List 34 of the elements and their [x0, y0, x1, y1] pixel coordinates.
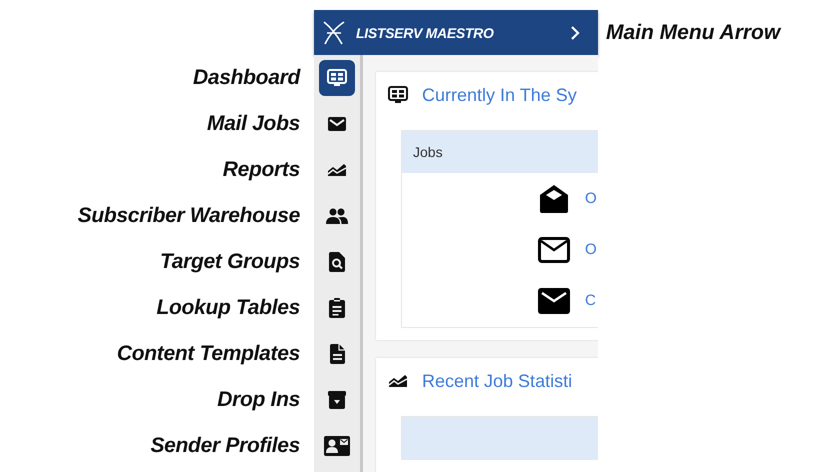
chart-icon — [327, 163, 347, 177]
search-document-icon — [329, 252, 345, 272]
sidebar-item[interactable] — [319, 60, 355, 96]
envelope-icon — [327, 116, 347, 132]
table-header: Jobs — [402, 131, 598, 173]
envelope-icon — [538, 288, 570, 314]
annotation-label: Dashboard — [193, 65, 300, 91]
people-icon — [326, 208, 348, 224]
job-link[interactable]: O — [585, 190, 597, 207]
open-envelope-icon — [539, 184, 569, 214]
archive-box-icon — [328, 391, 346, 409]
document-icon — [330, 344, 344, 364]
chevron-right-icon — [570, 24, 580, 40]
card-title[interactable]: Recent Job Statisti — [422, 370, 572, 392]
annotation-label: Drop Ins — [217, 387, 300, 413]
chart-icon — [388, 374, 408, 388]
card-title[interactable]: Currently In The Sy — [422, 84, 577, 106]
annotation-label: Reports — [222, 157, 300, 183]
job-link[interactable]: O — [585, 241, 597, 258]
annotation-label: Mail Jobs — [207, 111, 300, 137]
annotation-label: Subscriber Warehouse — [78, 203, 300, 229]
annotation-label: Content Templates — [116, 341, 300, 367]
job-link[interactable]: C — [585, 292, 596, 309]
dashboard-icon — [388, 86, 408, 104]
brand-name: LISTSERV MAESTRO — [356, 24, 495, 40]
contact-card-icon — [324, 436, 350, 456]
logo-icon — [322, 20, 346, 46]
clipboard-icon — [329, 298, 345, 318]
envelope-icon — [538, 236, 570, 262]
annotation-label: Lookup Tables — [156, 295, 300, 321]
annotation-label: Sender Profiles — [150, 433, 300, 459]
annotation-label: Target Groups — [160, 249, 300, 275]
annotation-label: Main Menu Arrow — [606, 20, 780, 44]
dashboard-icon — [327, 69, 347, 87]
